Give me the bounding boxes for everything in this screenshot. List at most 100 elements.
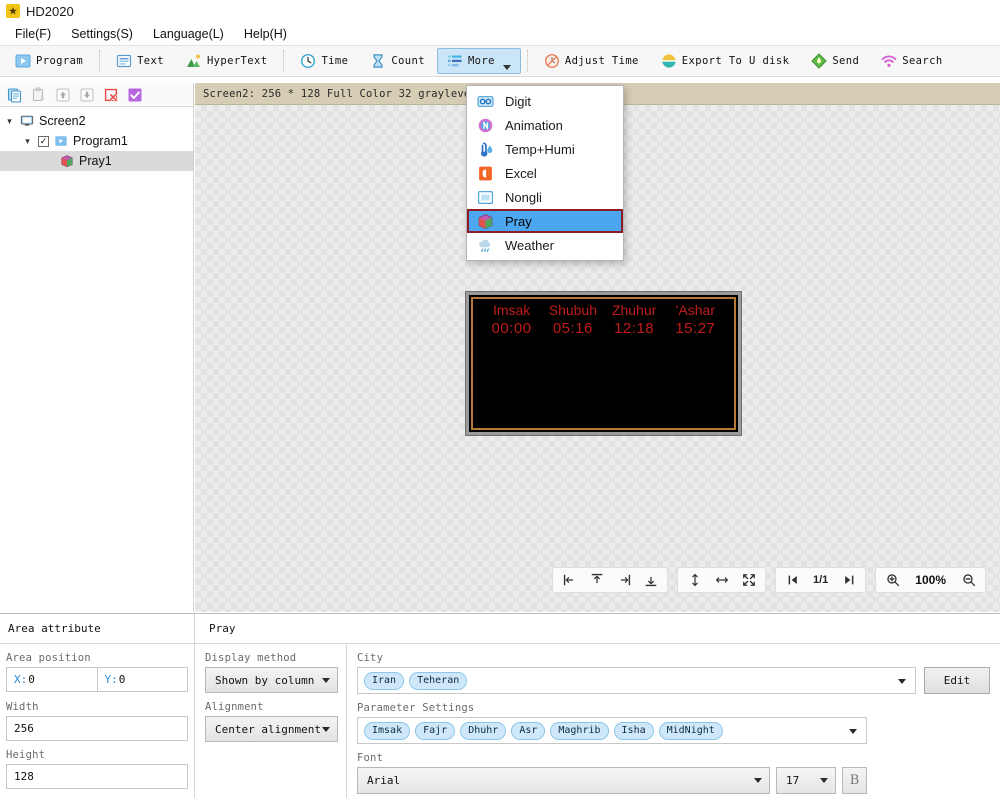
parameter-tag-asr[interactable]: Asr — [511, 721, 546, 740]
move-down-icon — [80, 87, 94, 102]
toolbar-button-more[interactable]: More — [436, 48, 521, 74]
city-block: City Iran Teheran Edit — [357, 652, 990, 694]
page-next-button[interactable] — [835, 568, 862, 592]
menu-label-nongli: Nongli — [505, 189, 542, 205]
parameter-tag-imsak[interactable]: Imsak — [364, 721, 411, 740]
chevron-expanded-icon[interactable]: ▾ — [4, 116, 15, 127]
align-right-button[interactable] — [610, 568, 637, 592]
program-checkbox[interactable]: ✓ — [38, 135, 49, 147]
monitor-icon — [20, 115, 34, 126]
toolbar-button-count[interactable]: Count — [360, 48, 435, 74]
tree-node-screen[interactable]: ▾ Screen2 — [0, 111, 193, 131]
toolbar-button-program[interactable]: Program — [5, 48, 93, 74]
toolbar-button-send[interactable]: Send — [801, 48, 869, 74]
menu-item-weather[interactable]: Weather — [467, 233, 623, 257]
toolbar-button-text[interactable]: Text — [106, 48, 174, 74]
align-left-button[interactable] — [556, 568, 583, 592]
delete-button[interactable] — [101, 86, 121, 104]
send-icon — [811, 53, 828, 69]
zoom-out-button[interactable] — [955, 568, 982, 592]
chevron-expanded-icon[interactable]: ▾ — [22, 136, 33, 147]
parameter-tag-midnight[interactable]: MidNight — [658, 721, 723, 740]
chevron-down-icon[interactable] — [502, 65, 511, 70]
move-down-button[interactable] — [77, 86, 97, 104]
parameter-tag-fajr[interactable]: Fajr — [415, 721, 456, 740]
alignment-select[interactable]: Center alignment — [205, 716, 338, 742]
menu-item-pray[interactable]: Pray — [467, 209, 623, 233]
menu-item-excel[interactable]: Excel — [467, 161, 623, 185]
bold-button[interactable]: B — [842, 767, 867, 794]
menu-item-nongli[interactable]: Nongli — [467, 185, 623, 209]
align-top-button[interactable] — [583, 568, 610, 592]
text-icon — [116, 54, 132, 68]
same-height-button[interactable] — [681, 568, 708, 592]
height-field[interactable]: 128 — [6, 764, 188, 789]
pray-icon — [478, 213, 493, 229]
toolbar-button-hypertext[interactable]: HyperText — [176, 48, 278, 74]
digit-icon — [477, 95, 494, 107]
x-position-field[interactable]: X: 0 — [6, 667, 98, 692]
display-method-select[interactable]: Shown by column — [205, 667, 338, 693]
same-width-button[interactable] — [708, 568, 735, 592]
parameter-tag-dhuhr[interactable]: Dhuhr — [460, 721, 507, 740]
x-value: 0 — [28, 673, 35, 686]
tab-area-attribute[interactable]: Area attribute — [0, 614, 195, 643]
menu-language[interactable]: Language(L) — [144, 25, 233, 43]
menu-settings[interactable]: Settings(S) — [62, 25, 142, 43]
city-tag-country[interactable]: Iran — [364, 671, 405, 690]
window-title: HD2020 — [26, 3, 74, 19]
toolbar-button-search[interactable]: Search — [871, 48, 952, 74]
menu-item-digit[interactable]: Digit — [467, 89, 623, 113]
menu-file[interactable]: File(F) — [6, 25, 60, 43]
align-bottom-button[interactable] — [637, 568, 664, 592]
font-family-select[interactable]: Arial — [357, 767, 770, 794]
zoom-in-button[interactable] — [879, 568, 906, 592]
city-row: Iran Teheran Edit — [357, 667, 990, 694]
display-method-block: Display method Shown by column — [205, 652, 338, 693]
toolbar-button-adjust-time[interactable]: Adjust Time — [534, 48, 649, 74]
font-size-select[interactable]: 17 — [776, 767, 836, 794]
toolbar-label-text: Text — [137, 55, 164, 67]
delete-icon — [104, 88, 118, 101]
toolbar-button-time[interactable]: Time — [290, 48, 358, 74]
adjust-time-icon — [544, 53, 559, 69]
zoom-level: 100% — [915, 573, 946, 587]
same-size-icon — [742, 574, 755, 586]
page-prev-button[interactable] — [779, 568, 806, 592]
area-position-row: X: 0 Y: 0 — [6, 667, 188, 692]
menu-item-animation[interactable]: Animation — [467, 113, 623, 137]
usb-export-icon — [662, 54, 676, 68]
confirm-button[interactable] — [125, 86, 145, 104]
height-label: Height — [6, 749, 46, 761]
paste-button[interactable] — [29, 86, 49, 104]
project-tree: ▾ Screen2 ▾ ✓ Program1 Pray1 — [0, 107, 193, 171]
city-combobox[interactable]: Iran Teheran — [357, 667, 916, 694]
parameter-tag-maghrib[interactable]: Maghrib — [550, 721, 609, 740]
display-settings-column: Display method Shown by column Alignment… — [195, 644, 347, 798]
menu-help[interactable]: Help(H) — [235, 25, 296, 43]
parameter-tag-isha[interactable]: Isha — [613, 721, 654, 740]
copy-button[interactable] — [5, 86, 25, 104]
tab-pray[interactable]: Pray — [195, 622, 236, 635]
y-position-field[interactable]: Y: 0 — [97, 667, 188, 692]
parameter-settings-combobox[interactable]: Imsak Fajr Dhuhr Asr Maghrib Isha MidNig… — [357, 717, 867, 744]
width-field[interactable]: 256 — [6, 716, 188, 741]
edit-city-button[interactable]: Edit — [924, 667, 990, 694]
tree-node-pray1[interactable]: Pray1 — [0, 151, 193, 171]
font-family-value: Arial — [367, 774, 401, 787]
font-size-value: 17 — [786, 774, 800, 787]
tree-node-program[interactable]: ▾ ✓ Program1 — [0, 131, 193, 151]
toolbar-label-export-u-disk: Export To U disk — [681, 55, 790, 67]
city-tag-city[interactable]: Teheran — [409, 671, 468, 690]
same-size-button[interactable] — [735, 568, 762, 592]
font-row: Arial 17 B — [357, 767, 867, 794]
height-block: Height 128 — [6, 749, 188, 789]
alignment-value: Center alignment — [215, 722, 321, 736]
chevron-down-icon[interactable] — [849, 728, 857, 734]
led-preview-panel[interactable]: Imsak Shubuh Zhuhur 'Ashar 00:00 05:16 1… — [466, 292, 741, 435]
menu-item-temp-humi[interactable]: Temp+Humi — [467, 137, 623, 161]
toolbar-button-export-u-disk[interactable]: Export To U disk — [651, 48, 800, 74]
move-up-button[interactable] — [53, 86, 73, 104]
chevron-down-icon[interactable] — [898, 678, 906, 684]
same-width-icon — [715, 577, 728, 583]
